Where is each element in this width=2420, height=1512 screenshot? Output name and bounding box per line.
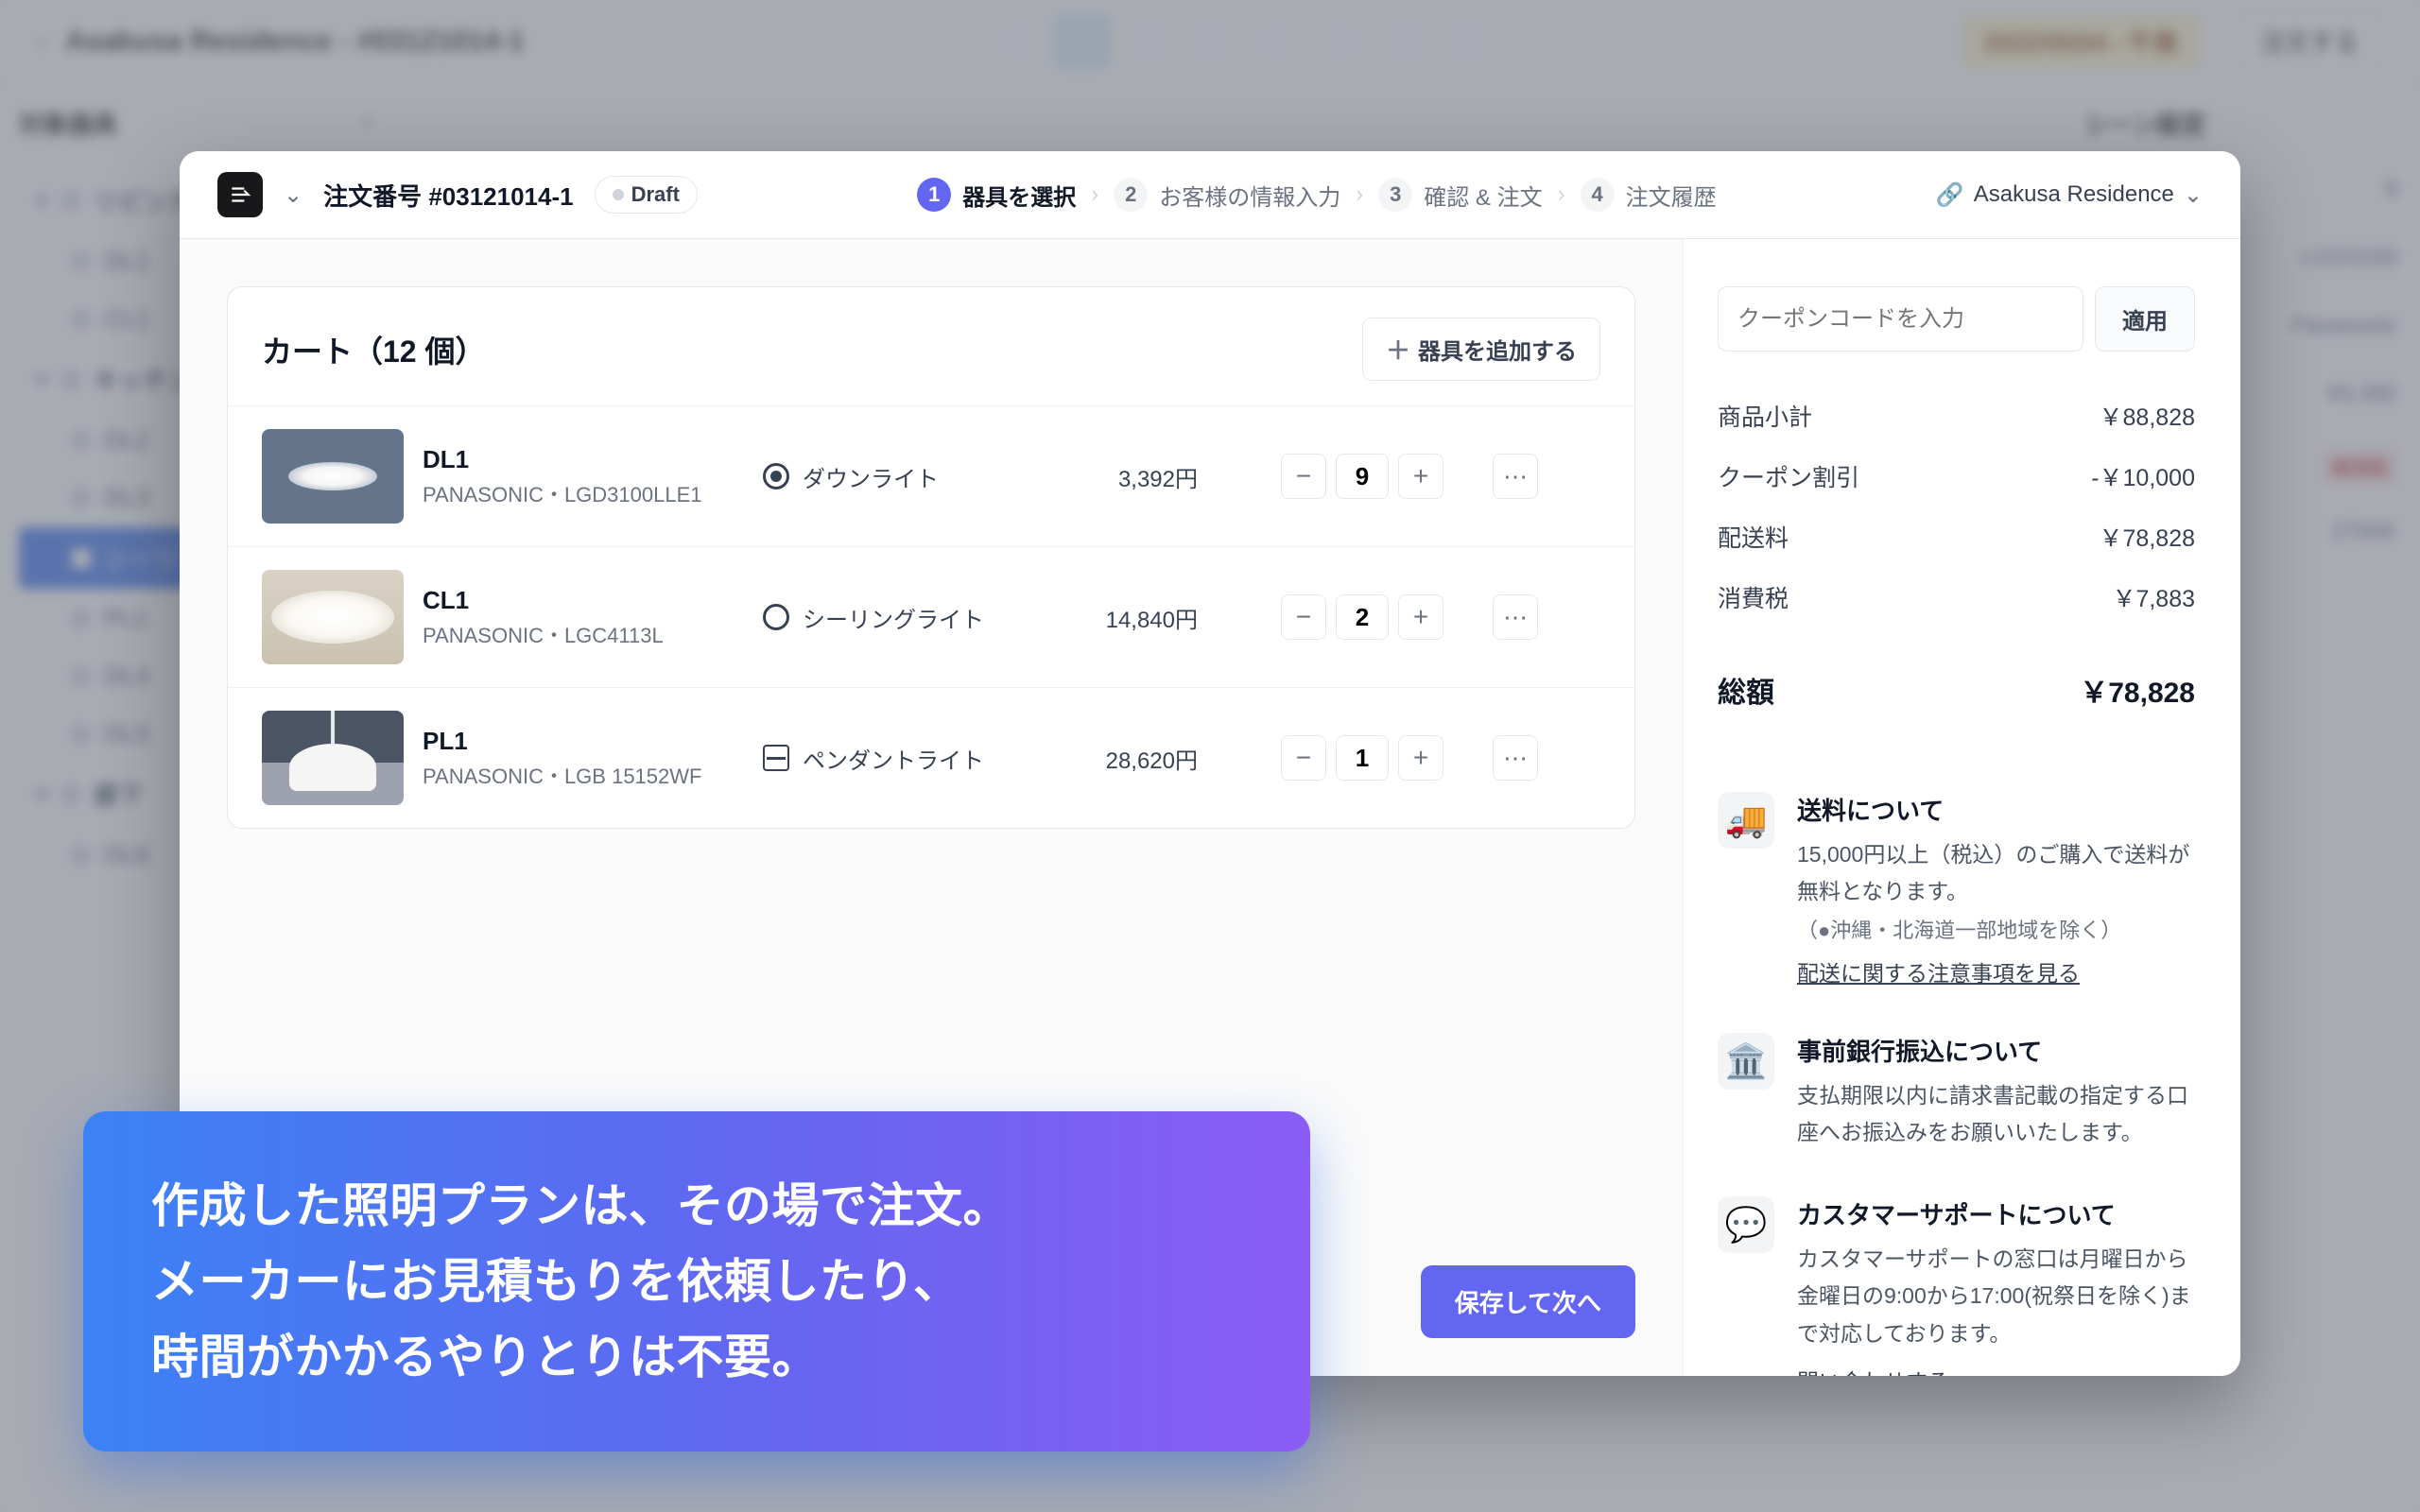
link-icon: 🔗 <box>1936 181 1964 209</box>
plus-icon: ＋ <box>1386 332 1410 367</box>
summary-label: 消費税 <box>1718 580 1789 614</box>
contact-link[interactable]: 問い合わせする <box>1797 1364 1949 1376</box>
product-thumbnail <box>262 570 404 664</box>
item-code: CL1 <box>423 586 744 615</box>
summary-value: ￥78,828 <box>2100 520 2195 554</box>
more-options-button[interactable]: ⋯ <box>1493 454 1538 499</box>
qty-decrease-button[interactable]: − <box>1281 594 1326 640</box>
shipping-details-link[interactable]: 配送に関する注意事項を見る <box>1797 955 2080 988</box>
quantity-stepper: − + <box>1217 594 1443 640</box>
cart-row: DL1 PANASONIC・LGD3100LLE1 ダウンライト 3,392円 … <box>228 405 1634 546</box>
product-thumbnail <box>262 711 404 805</box>
product-thumbnail <box>262 429 404 524</box>
chevron-right-icon: › <box>1558 181 1565 208</box>
truck-icon: 🚚 <box>1718 792 1774 849</box>
cart-row: CL1 PANASONIC・LGC4113L シーリングライト 14,840円 … <box>228 546 1634 687</box>
promo-line: 時間がかかるやりとりは不要。 <box>151 1319 1242 1395</box>
more-options-button[interactable]: ⋯ <box>1493 735 1538 781</box>
chevron-right-icon: › <box>1356 181 1363 208</box>
ceilinglight-icon <box>763 604 789 630</box>
info-support: 💬 カスタマーサポートについて カスタマーサポートの窓口は月曜日から金曜日の9:… <box>1718 1174 2195 1376</box>
cart-row: PL1 PANASONIC・LGB 15152WF ペンダントライト 28,62… <box>228 687 1634 828</box>
chat-icon: 💬 <box>1718 1196 1774 1253</box>
qty-input[interactable] <box>1336 594 1389 640</box>
project-link[interactable]: 🔗 Asakusa Residence ⌄ <box>1936 181 2203 209</box>
summary-value: ￥7,883 <box>2112 580 2195 614</box>
qty-increase-button[interactable]: + <box>1398 735 1443 781</box>
total-value: ￥78,828 <box>2080 669 2195 711</box>
promo-line: 作成した照明プランは、その場で注文。 <box>151 1168 1242 1244</box>
item-model: PANASONIC・LGB 15152WF <box>423 760 744 790</box>
summary-label: クーポン割引 <box>1718 459 1859 493</box>
step-indicator: 1 器具を選択 › 2 お客様の情報入力 › 3 確認 & 注文 › 4 注文履… <box>917 178 1716 212</box>
add-fixture-button[interactable]: ＋ 器具を追加する <box>1362 318 1600 381</box>
quantity-stepper: − + <box>1217 735 1443 781</box>
status-badge: Draft <box>595 176 698 214</box>
cart-card: カート（12 個） ＋ 器具を追加する DL1 PANASONIC・LGD310… <box>227 286 1635 829</box>
summary-label: 商品小計 <box>1718 399 1812 433</box>
qty-increase-button[interactable]: + <box>1398 594 1443 640</box>
qty-increase-button[interactable]: + <box>1398 454 1443 499</box>
bank-icon: 🏛️ <box>1718 1033 1774 1090</box>
promo-line: メーカーにお見積もりを依頼したり、 <box>151 1244 1242 1319</box>
step-3[interactable]: 3 確認 & 注文 <box>1378 178 1542 212</box>
chevron-down-icon: ⌄ <box>2184 181 2203 209</box>
modal-header: ⌄ 注文番号 #03121014-1 Draft 1 器具を選択 › 2 お客様… <box>180 151 2240 239</box>
qty-decrease-button[interactable]: − <box>1281 735 1326 781</box>
total-label: 総額 <box>1718 669 1774 711</box>
chevron-right-icon: › <box>1091 181 1098 208</box>
qty-decrease-button[interactable]: − <box>1281 454 1326 499</box>
save-next-button[interactable]: 保存して次へ <box>1421 1265 1635 1338</box>
item-code: PL1 <box>423 727 744 756</box>
chevron-down-icon[interactable]: ⌄ <box>284 181 302 209</box>
item-model: PANASONIC・LGC4113L <box>423 619 744 649</box>
info-shipping: 🚚 送料について 15,000円以上（税込）のご購入で送料が無料となります。 （… <box>1718 769 2195 1010</box>
promo-callout: 作成した照明プランは、その場で注文。 メーカーにお見積もりを依頼したり、 時間が… <box>83 1111 1310 1452</box>
item-price: 28,620円 <box>1028 742 1198 775</box>
item-model: PANASONIC・LGD3100LLE1 <box>423 478 744 508</box>
item-type: シーリングライト <box>803 601 984 634</box>
downlight-icon <box>763 463 789 490</box>
item-price: 3,392円 <box>1028 460 1198 493</box>
qty-input[interactable] <box>1336 454 1389 499</box>
item-code: DL1 <box>423 445 744 474</box>
more-options-button[interactable]: ⋯ <box>1493 594 1538 640</box>
item-type: ダウンライト <box>803 460 939 493</box>
pendantlight-icon <box>763 745 789 771</box>
order-number: 注文番号 #03121014-1 <box>323 178 573 213</box>
apply-coupon-button[interactable]: 適用 <box>2095 286 2195 352</box>
step-1[interactable]: 1 器具を選択 <box>917 178 1076 212</box>
quantity-stepper: − + <box>1217 454 1443 499</box>
summary-value: ￥88,828 <box>2100 399 2195 433</box>
summary-label: 配送料 <box>1718 520 1789 554</box>
cart-title: カート（12 個） <box>262 328 486 371</box>
coupon-input[interactable] <box>1718 286 2083 352</box>
status-dot-icon <box>613 189 624 200</box>
item-type: ペンダントライト <box>803 742 984 775</box>
summary-value: -￥10,000 <box>2091 459 2195 493</box>
step-4[interactable]: 4 注文履歴 <box>1581 178 1717 212</box>
qty-input[interactable] <box>1336 735 1389 781</box>
item-price: 14,840円 <box>1028 601 1198 634</box>
step-2[interactable]: 2 お客様の情報入力 <box>1114 178 1340 212</box>
app-logo-icon <box>217 172 263 217</box>
info-bank: 🏛️ 事前銀行振込について 支払期限以内に請求書記載の指定する口座へお振込みをお… <box>1718 1010 2195 1174</box>
price-summary: 商品小計 ￥88,828 クーポン割引 -￥10,000 配送料 ￥78,828… <box>1718 386 2195 724</box>
